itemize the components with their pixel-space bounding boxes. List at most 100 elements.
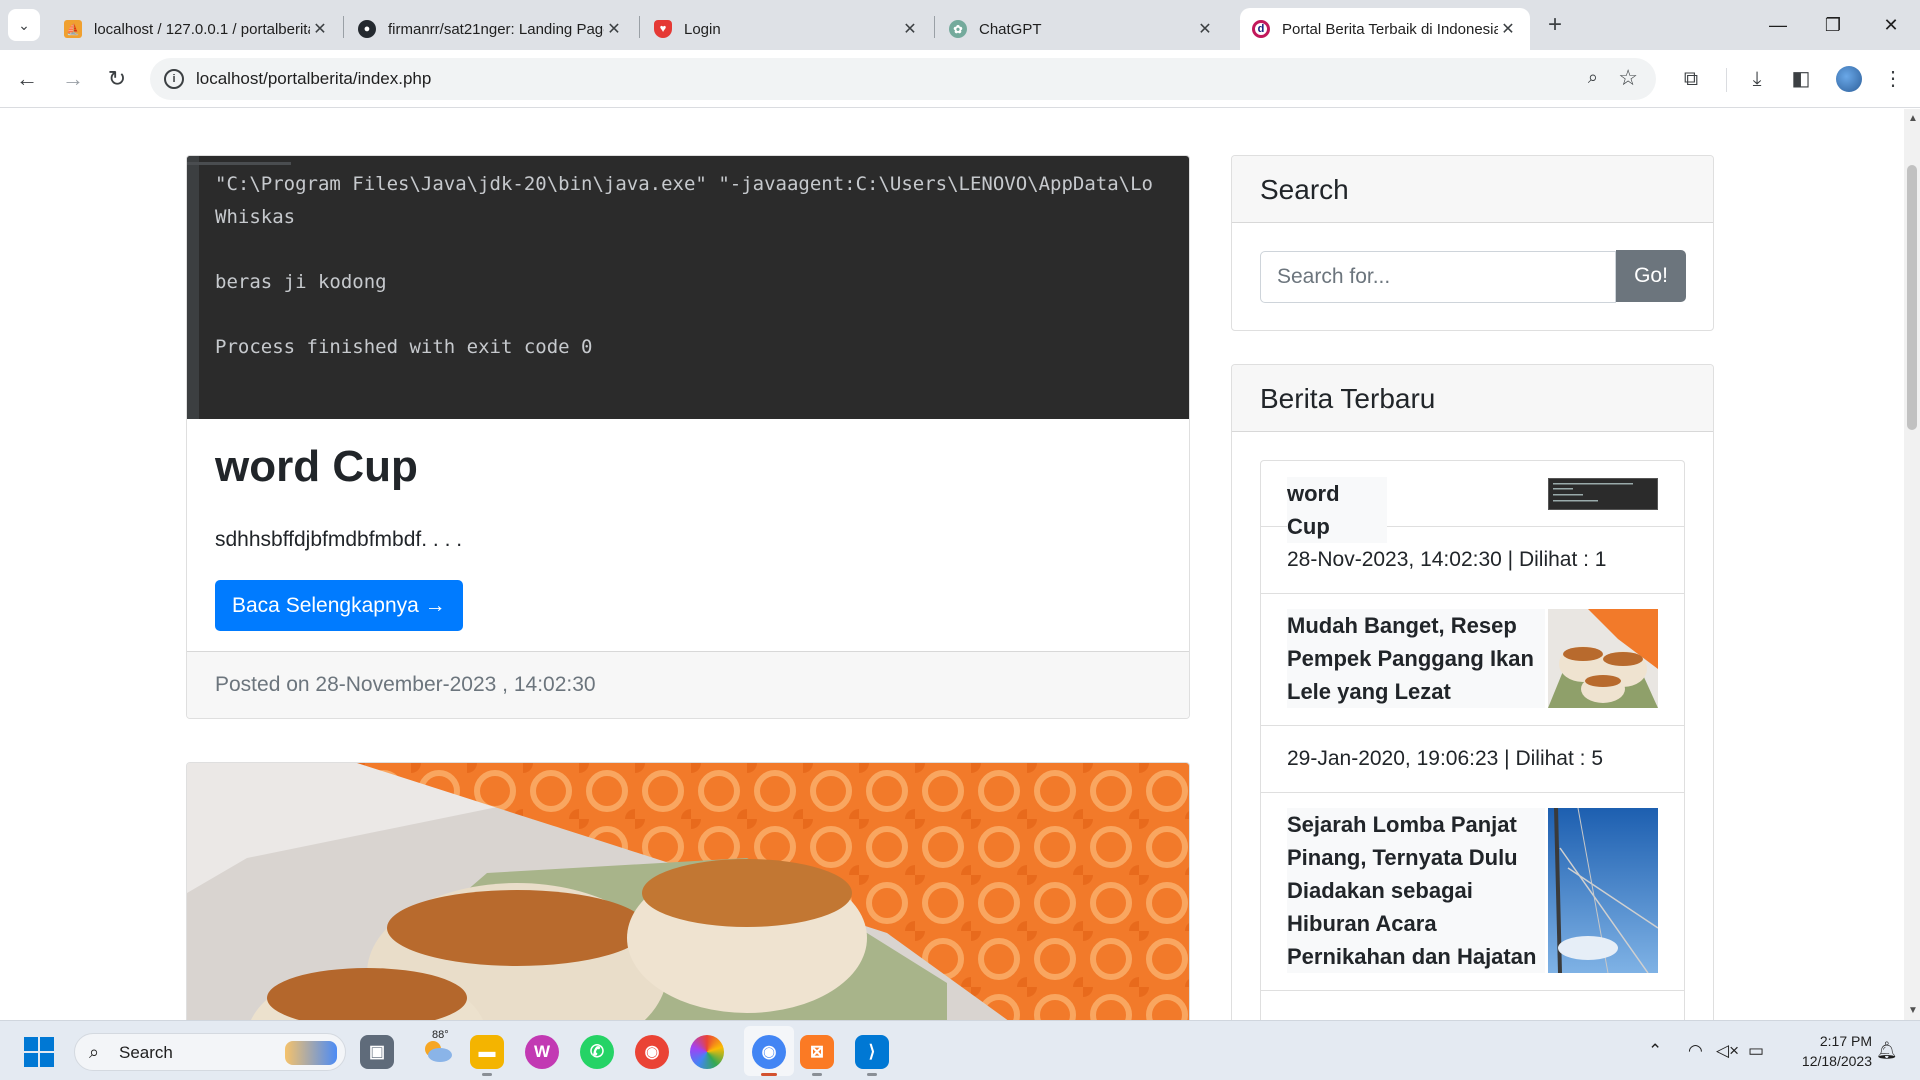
close-tab-icon[interactable]: ✕ bbox=[900, 19, 920, 39]
search-widget-title: Search bbox=[1260, 174, 1349, 205]
zoom-icon[interactable]: ⌕ bbox=[1588, 67, 1598, 88]
browser-tab-bar: ⌄ ⛵ localhost / 127.0.0.1 / portalberita… bbox=[0, 0, 1920, 50]
chrome-icon[interactable]: ◉ bbox=[635, 1035, 669, 1069]
taskbar-search-label: Search bbox=[119, 1043, 173, 1062]
app-running-indicator bbox=[867, 1073, 877, 1076]
whatsapp-icon[interactable]: ✆ bbox=[580, 1035, 614, 1069]
taskbar-search[interactable]: ⌕ Search bbox=[74, 1033, 346, 1071]
clock-date: 12/18/2023 bbox=[1801, 1053, 1872, 1069]
page-viewport: "C:\Program Files\Java\jdk-20\bin\java.e… bbox=[0, 109, 1920, 1020]
latest-news-header: Berita Terbaru bbox=[1232, 365, 1713, 432]
vscode-icon[interactable]: ⟩ bbox=[855, 1035, 889, 1069]
address-bar[interactable]: i localhost/portalberita/index.php ⌕ ☆ bbox=[150, 58, 1656, 100]
windows-taskbar: ⌕ Search ▣ 88° ▬ W ✆ ◉ ◉ ⊠ ⟩ ⌃ ◠ ◁× ▭ 2:… bbox=[0, 1020, 1920, 1080]
side-panel-icon[interactable]: ◧ bbox=[1786, 64, 1816, 94]
app-running-indicator bbox=[812, 1073, 822, 1076]
phpmyadmin-icon: ⛵ bbox=[64, 20, 82, 38]
browser-toolbar: ← → ↻ i localhost/portalberita/index.php… bbox=[0, 50, 1920, 108]
news-item-title[interactable]: Sejarah Lomba Panjat Pinang, Ternyata Du… bbox=[1287, 808, 1545, 973]
blog-post-card bbox=[186, 762, 1190, 1020]
news-item[interactable]: Mudah Banget, Resep Pempek Panggang Ikan… bbox=[1261, 594, 1684, 726]
download-icon[interactable]: ⤓ bbox=[1742, 64, 1772, 94]
app-running-indicator bbox=[482, 1073, 492, 1076]
close-tab-icon[interactable]: ✕ bbox=[310, 19, 330, 39]
file-explorer-icon[interactable]: ▬ bbox=[470, 1035, 504, 1069]
task-view-icon[interactable]: ▣ bbox=[360, 1035, 394, 1069]
news-item[interactable]: Sejarah Lomba Panjat Pinang, Ternyata Du… bbox=[1261, 793, 1684, 991]
system-clock[interactable]: 2:17 PM 12/18/2023 bbox=[1786, 1031, 1872, 1071]
console-line: Process finished with exit code 0 bbox=[215, 336, 593, 358]
scroll-up-icon[interactable]: ▲ bbox=[1908, 113, 1918, 124]
scroll-down-icon[interactable]: ▼ bbox=[1908, 1005, 1918, 1016]
xampp-icon[interactable]: ⊠ bbox=[800, 1035, 834, 1069]
chatgpt-icon: ✿ bbox=[949, 20, 967, 38]
console-line: beras ji kodong bbox=[215, 271, 387, 293]
tab-label: Login bbox=[684, 20, 721, 38]
tab-divider bbox=[343, 16, 344, 38]
tab-github[interactable]: ● firmanrr/sat21nger: Landing Page ✕ bbox=[346, 8, 636, 50]
extensions-icon[interactable]: ⧉ bbox=[1676, 64, 1706, 94]
bookmark-star-icon[interactable]: ☆ bbox=[1618, 65, 1638, 91]
windows-start-icon[interactable] bbox=[24, 1037, 54, 1067]
forward-arrow-icon[interactable]: → bbox=[56, 62, 90, 96]
toolbar-divider bbox=[1726, 68, 1727, 92]
news-item-title[interactable]: Mudah Banget, Resep Pempek Panggang Ikan… bbox=[1287, 609, 1545, 708]
wps-icon[interactable]: W bbox=[525, 1035, 559, 1069]
read-more-button[interactable]: Baca Selengkapnya → bbox=[215, 580, 463, 631]
back-arrow-icon[interactable]: ← bbox=[10, 62, 44, 96]
notification-bell-icon[interactable]: 🔔︎ bbox=[1876, 1041, 1898, 1061]
post-image-console-output: "C:\Program Files\Java\jdk-20\bin\java.e… bbox=[187, 156, 1189, 419]
search-input[interactable]: Search for... bbox=[1260, 251, 1616, 303]
tab-label: ChatGPT bbox=[979, 20, 1042, 38]
chrome-active-icon[interactable]: ◉ bbox=[752, 1035, 786, 1069]
editor-gutter bbox=[187, 156, 199, 419]
latest-news-title: Berita Terbaru bbox=[1260, 383, 1436, 414]
site-info-icon[interactable]: i bbox=[164, 69, 184, 89]
post-image-pempek[interactable] bbox=[187, 763, 1189, 1020]
tab-label: localhost / 127.0.0.1 / portalberita bbox=[94, 20, 310, 38]
profile-avatar[interactable] bbox=[1836, 66, 1862, 92]
tab-portal-berita[interactable]: d Portal Berita Terbaik di Indonesia ✕ bbox=[1240, 8, 1530, 50]
news-item-meta: 29-Jan-2020, 19:06:23 | Dilihat : 5 bbox=[1261, 726, 1684, 793]
battery-icon[interactable]: ▭ bbox=[1748, 1041, 1764, 1061]
panjat-pinang-thumbnail bbox=[1548, 808, 1658, 973]
tab-phpmyadmin[interactable]: ⛵ localhost / 127.0.0.1 / portalberita ✕ bbox=[52, 8, 342, 50]
news-thumbnail[interactable] bbox=[1548, 478, 1658, 510]
reload-icon[interactable]: ↻ bbox=[100, 62, 134, 96]
minimize-icon[interactable]: — bbox=[1755, 8, 1801, 42]
news-thumbnail[interactable] bbox=[1548, 808, 1658, 973]
tab-search-dropdown-icon[interactable]: ⌄ bbox=[8, 9, 40, 41]
tab-divider bbox=[934, 16, 935, 38]
news-thumbnail[interactable] bbox=[1548, 609, 1658, 708]
new-tab-button[interactable]: + bbox=[1541, 12, 1569, 40]
news-item-title[interactable]: word Cup bbox=[1287, 477, 1387, 543]
post-footer: Posted on 28-November-2023 , 14:02:30 bbox=[187, 651, 1189, 718]
close-tab-icon[interactable]: ✕ bbox=[1498, 19, 1518, 39]
page-scrollbar[interactable]: ▲ ▼ bbox=[1904, 109, 1920, 1020]
wifi-icon[interactable]: ◠ bbox=[1688, 1041, 1703, 1061]
latest-news-widget: Berita Terbaru word Cup 28-Nov-2023, 14:… bbox=[1231, 364, 1714, 1020]
scrollbar-thumb[interactable] bbox=[1907, 165, 1917, 430]
color-app-icon[interactable] bbox=[690, 1035, 724, 1069]
url-text[interactable]: localhost/portalberita/index.php bbox=[196, 58, 431, 100]
tab-login[interactable]: ♥ Login ✕ bbox=[642, 8, 932, 50]
weather-widget[interactable]: 88° bbox=[420, 1029, 454, 1067]
close-tab-icon[interactable]: ✕ bbox=[1195, 19, 1215, 39]
app-active-indicator bbox=[761, 1073, 777, 1076]
news-item[interactable]: word Cup bbox=[1261, 461, 1684, 543]
close-tab-icon[interactable]: ✕ bbox=[604, 19, 624, 39]
volume-muted-icon[interactable]: ◁× bbox=[1716, 1041, 1739, 1061]
news-item-meta bbox=[1261, 991, 1684, 1020]
weather-temp: 88° bbox=[432, 1029, 449, 1041]
search-go-button[interactable]: Go! bbox=[1616, 250, 1686, 302]
search-widget-header: Search bbox=[1232, 156, 1713, 223]
shield-icon: ♥ bbox=[654, 20, 672, 38]
tab-chatgpt[interactable]: ✿ ChatGPT ✕ bbox=[937, 8, 1227, 50]
pempek-thumbnail bbox=[1548, 609, 1658, 708]
tab-divider bbox=[639, 16, 640, 38]
menu-kebab-icon[interactable]: ⋮ bbox=[1878, 64, 1908, 94]
search-highlight-icon bbox=[285, 1041, 337, 1065]
tray-chevron-up-icon[interactable]: ⌃ bbox=[1648, 1041, 1662, 1061]
close-window-icon[interactable]: ✕ bbox=[1868, 8, 1914, 42]
restore-icon[interactable]: ❐ bbox=[1810, 8, 1856, 42]
